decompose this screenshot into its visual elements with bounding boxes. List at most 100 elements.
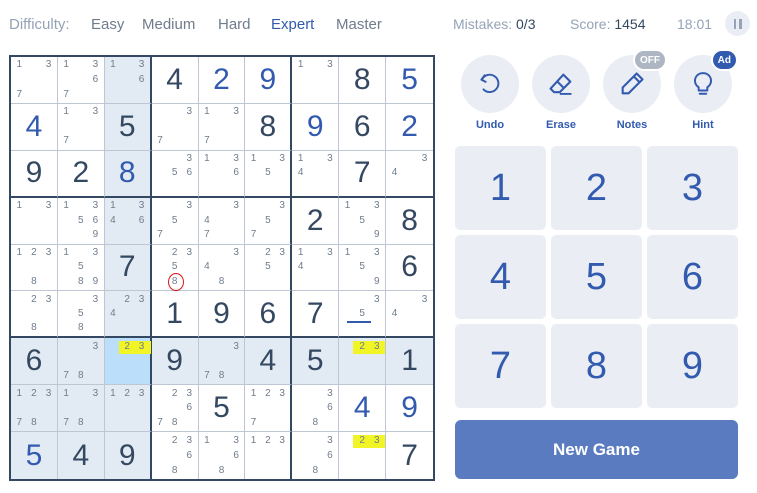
- pause-button[interactable]: [725, 11, 750, 36]
- difficulty-hard[interactable]: Hard: [218, 16, 251, 33]
- board-cell[interactable]: 6: [339, 103, 387, 151]
- board-cell[interactable]: 1 3 6: [198, 150, 246, 198]
- erase-button[interactable]: Erase: [532, 55, 590, 131]
- board-cell[interactable]: 37: [151, 103, 199, 151]
- board-cell[interactable]: 8: [386, 197, 433, 245]
- board-cell[interactable]: 235 8: [151, 244, 199, 292]
- board-cell[interactable]: 23 4: [104, 291, 152, 339]
- numpad-9[interactable]: 9: [647, 324, 738, 408]
- board-cell[interactable]: 35: [339, 291, 387, 339]
- difficulty-expert[interactable]: Expert: [271, 16, 314, 33]
- difficulty-medium[interactable]: Medium: [142, 16, 195, 33]
- board-cell[interactable]: 4: [339, 385, 387, 433]
- numpad-6[interactable]: 6: [647, 235, 738, 319]
- board-cell[interactable]: 9: [386, 385, 433, 433]
- board-cell[interactable]: 4: [151, 57, 199, 104]
- board-cell[interactable]: 1 3 6 7: [57, 57, 105, 104]
- board-cell[interactable]: 23: [339, 338, 387, 386]
- board-cell[interactable]: 1 3 68: [198, 432, 246, 479]
- board-cell[interactable]: 9: [104, 432, 152, 479]
- numpad-4[interactable]: 4: [455, 235, 546, 319]
- notes-circle[interactable]: OFF: [603, 49, 667, 113]
- board-cell[interactable]: 9: [198, 291, 246, 339]
- board-cell[interactable]: 1 3 4: [292, 150, 340, 198]
- board-cell[interactable]: 13: [292, 57, 340, 104]
- board-cell[interactable]: 6: [245, 291, 293, 339]
- board-cell[interactable]: 1: [386, 338, 433, 386]
- board-cell[interactable]: 7: [339, 150, 387, 198]
- difficulty-master[interactable]: Master: [336, 16, 382, 33]
- erase-circle[interactable]: [532, 55, 590, 113]
- board-cell[interactable]: 7: [386, 432, 433, 479]
- new-game-button[interactable]: New Game: [455, 420, 738, 479]
- board-cell[interactable]: 7: [292, 291, 340, 339]
- board-cell[interactable]: 6: [386, 244, 433, 292]
- board-cell[interactable]: 1 359: [339, 244, 387, 292]
- board-cell[interactable]: 9: [292, 103, 340, 151]
- board-cell[interactable]: 1 3 6: [104, 57, 152, 104]
- board-cell[interactable]: 123: [245, 432, 293, 479]
- board-cell[interactable]: 1 35 89: [57, 244, 105, 292]
- notes-button[interactable]: OFF Notes: [603, 49, 667, 131]
- numpad-8[interactable]: 8: [551, 324, 642, 408]
- board-cell[interactable]: 9: [11, 150, 58, 198]
- board-cell[interactable]: 1 3 4: [292, 244, 340, 292]
- board-cell[interactable]: 357: [245, 197, 293, 245]
- board-cell[interactable]: 123: [104, 385, 152, 433]
- board-cell[interactable]: 8: [339, 57, 387, 104]
- board-cell[interactable]: 4: [245, 338, 293, 386]
- numpad-2[interactable]: 2: [551, 146, 642, 230]
- board-cell[interactable]: 23 68: [151, 432, 199, 479]
- board-cell[interactable]: 3 4 7: [198, 197, 246, 245]
- board-cell[interactable]: 34: [386, 291, 433, 339]
- board-cell[interactable]: 1 3 7: [198, 103, 246, 151]
- board-cell[interactable]: 23 6 78: [151, 385, 199, 433]
- hint-circle[interactable]: Ad: [674, 49, 738, 113]
- undo-circle[interactable]: [461, 55, 519, 113]
- board-cell[interactable]: 123 78: [11, 385, 58, 433]
- board-cell[interactable]: 5: [292, 338, 340, 386]
- board-cell[interactable]: 1 3 7: [11, 57, 58, 104]
- board-cell[interactable]: 1 356 9: [57, 197, 105, 245]
- board-cell[interactable]: 2: [386, 103, 433, 151]
- board-cell[interactable]: 8: [245, 103, 293, 151]
- board-cell[interactable]: 2: [57, 150, 105, 198]
- board-cell[interactable]: 23 8: [11, 291, 58, 339]
- hint-button[interactable]: Ad Hint: [674, 49, 738, 131]
- board-cell[interactable]: 357: [151, 197, 199, 245]
- board-cell[interactable]: 3 68: [292, 432, 340, 479]
- board-cell[interactable]: 3 78: [57, 338, 105, 386]
- board-cell[interactable]: 3 78: [198, 338, 246, 386]
- board-cell[interactable]: 5: [386, 57, 433, 104]
- board-cell[interactable]: 1 359: [339, 197, 387, 245]
- board-cell[interactable]: 1 3 78: [57, 385, 105, 433]
- board-cell[interactable]: 235: [245, 244, 293, 292]
- board-cell[interactable]: 5: [198, 385, 246, 433]
- board-cell[interactable]: 7: [104, 244, 152, 292]
- board-cell[interactable]: 23: [104, 338, 152, 386]
- undo-button[interactable]: Undo: [461, 55, 519, 131]
- board-cell[interactable]: 5: [11, 432, 58, 479]
- board-cell[interactable]: 4: [57, 432, 105, 479]
- board-cell[interactable]: 23: [339, 432, 387, 479]
- board-cell[interactable]: 3 68: [292, 385, 340, 433]
- board-cell[interactable]: 356: [151, 150, 199, 198]
- board-cell[interactable]: 1 3 4 6: [104, 197, 152, 245]
- numpad-7[interactable]: 7: [455, 324, 546, 408]
- board-cell[interactable]: 34: [386, 150, 433, 198]
- numpad-1[interactable]: 1: [455, 146, 546, 230]
- board-cell[interactable]: 8: [104, 150, 152, 198]
- board-cell[interactable]: 123 8: [11, 244, 58, 292]
- board-cell[interactable]: 3 48: [198, 244, 246, 292]
- board-cell[interactable]: 123 7: [245, 385, 293, 433]
- board-cell[interactable]: 6: [11, 338, 58, 386]
- board-cell[interactable]: 1: [151, 291, 199, 339]
- difficulty-easy[interactable]: Easy: [91, 16, 124, 33]
- board-cell[interactable]: 13: [11, 197, 58, 245]
- board-cell[interactable]: 2: [198, 57, 246, 104]
- board-cell[interactable]: 1 3 7: [57, 103, 105, 151]
- board-cell[interactable]: 1 35: [245, 150, 293, 198]
- board-cell[interactable]: 9: [245, 57, 293, 104]
- numpad-5[interactable]: 5: [551, 235, 642, 319]
- board-cell[interactable]: 35 8: [57, 291, 105, 339]
